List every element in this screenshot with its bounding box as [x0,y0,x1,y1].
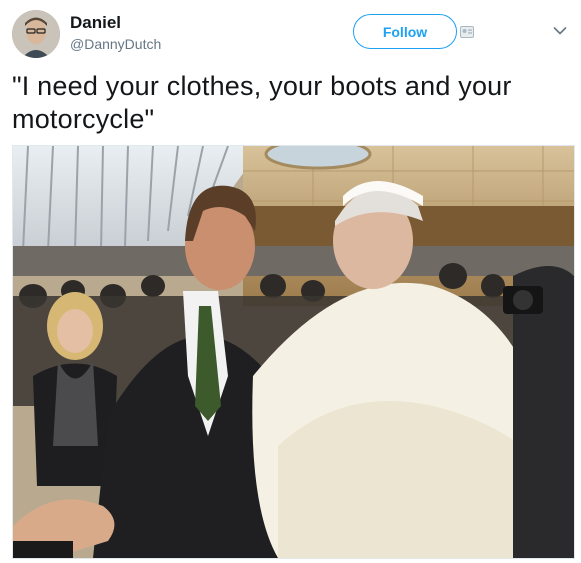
tweet-text: "I need your clothes, your boots and you… [12,71,512,134]
tweet-photo[interactable] [12,145,575,559]
chevron-down-icon[interactable] [553,26,567,36]
author-handle[interactable]: @DannyDutch [70,36,161,52]
avatar[interactable] [12,10,60,58]
follow-button[interactable]: Follow [353,14,457,49]
author-name[interactable]: Daniel [70,13,121,33]
user-card-icon[interactable] [460,26,474,38]
photo-illustration [13,146,574,558]
avatar-image [12,10,60,58]
